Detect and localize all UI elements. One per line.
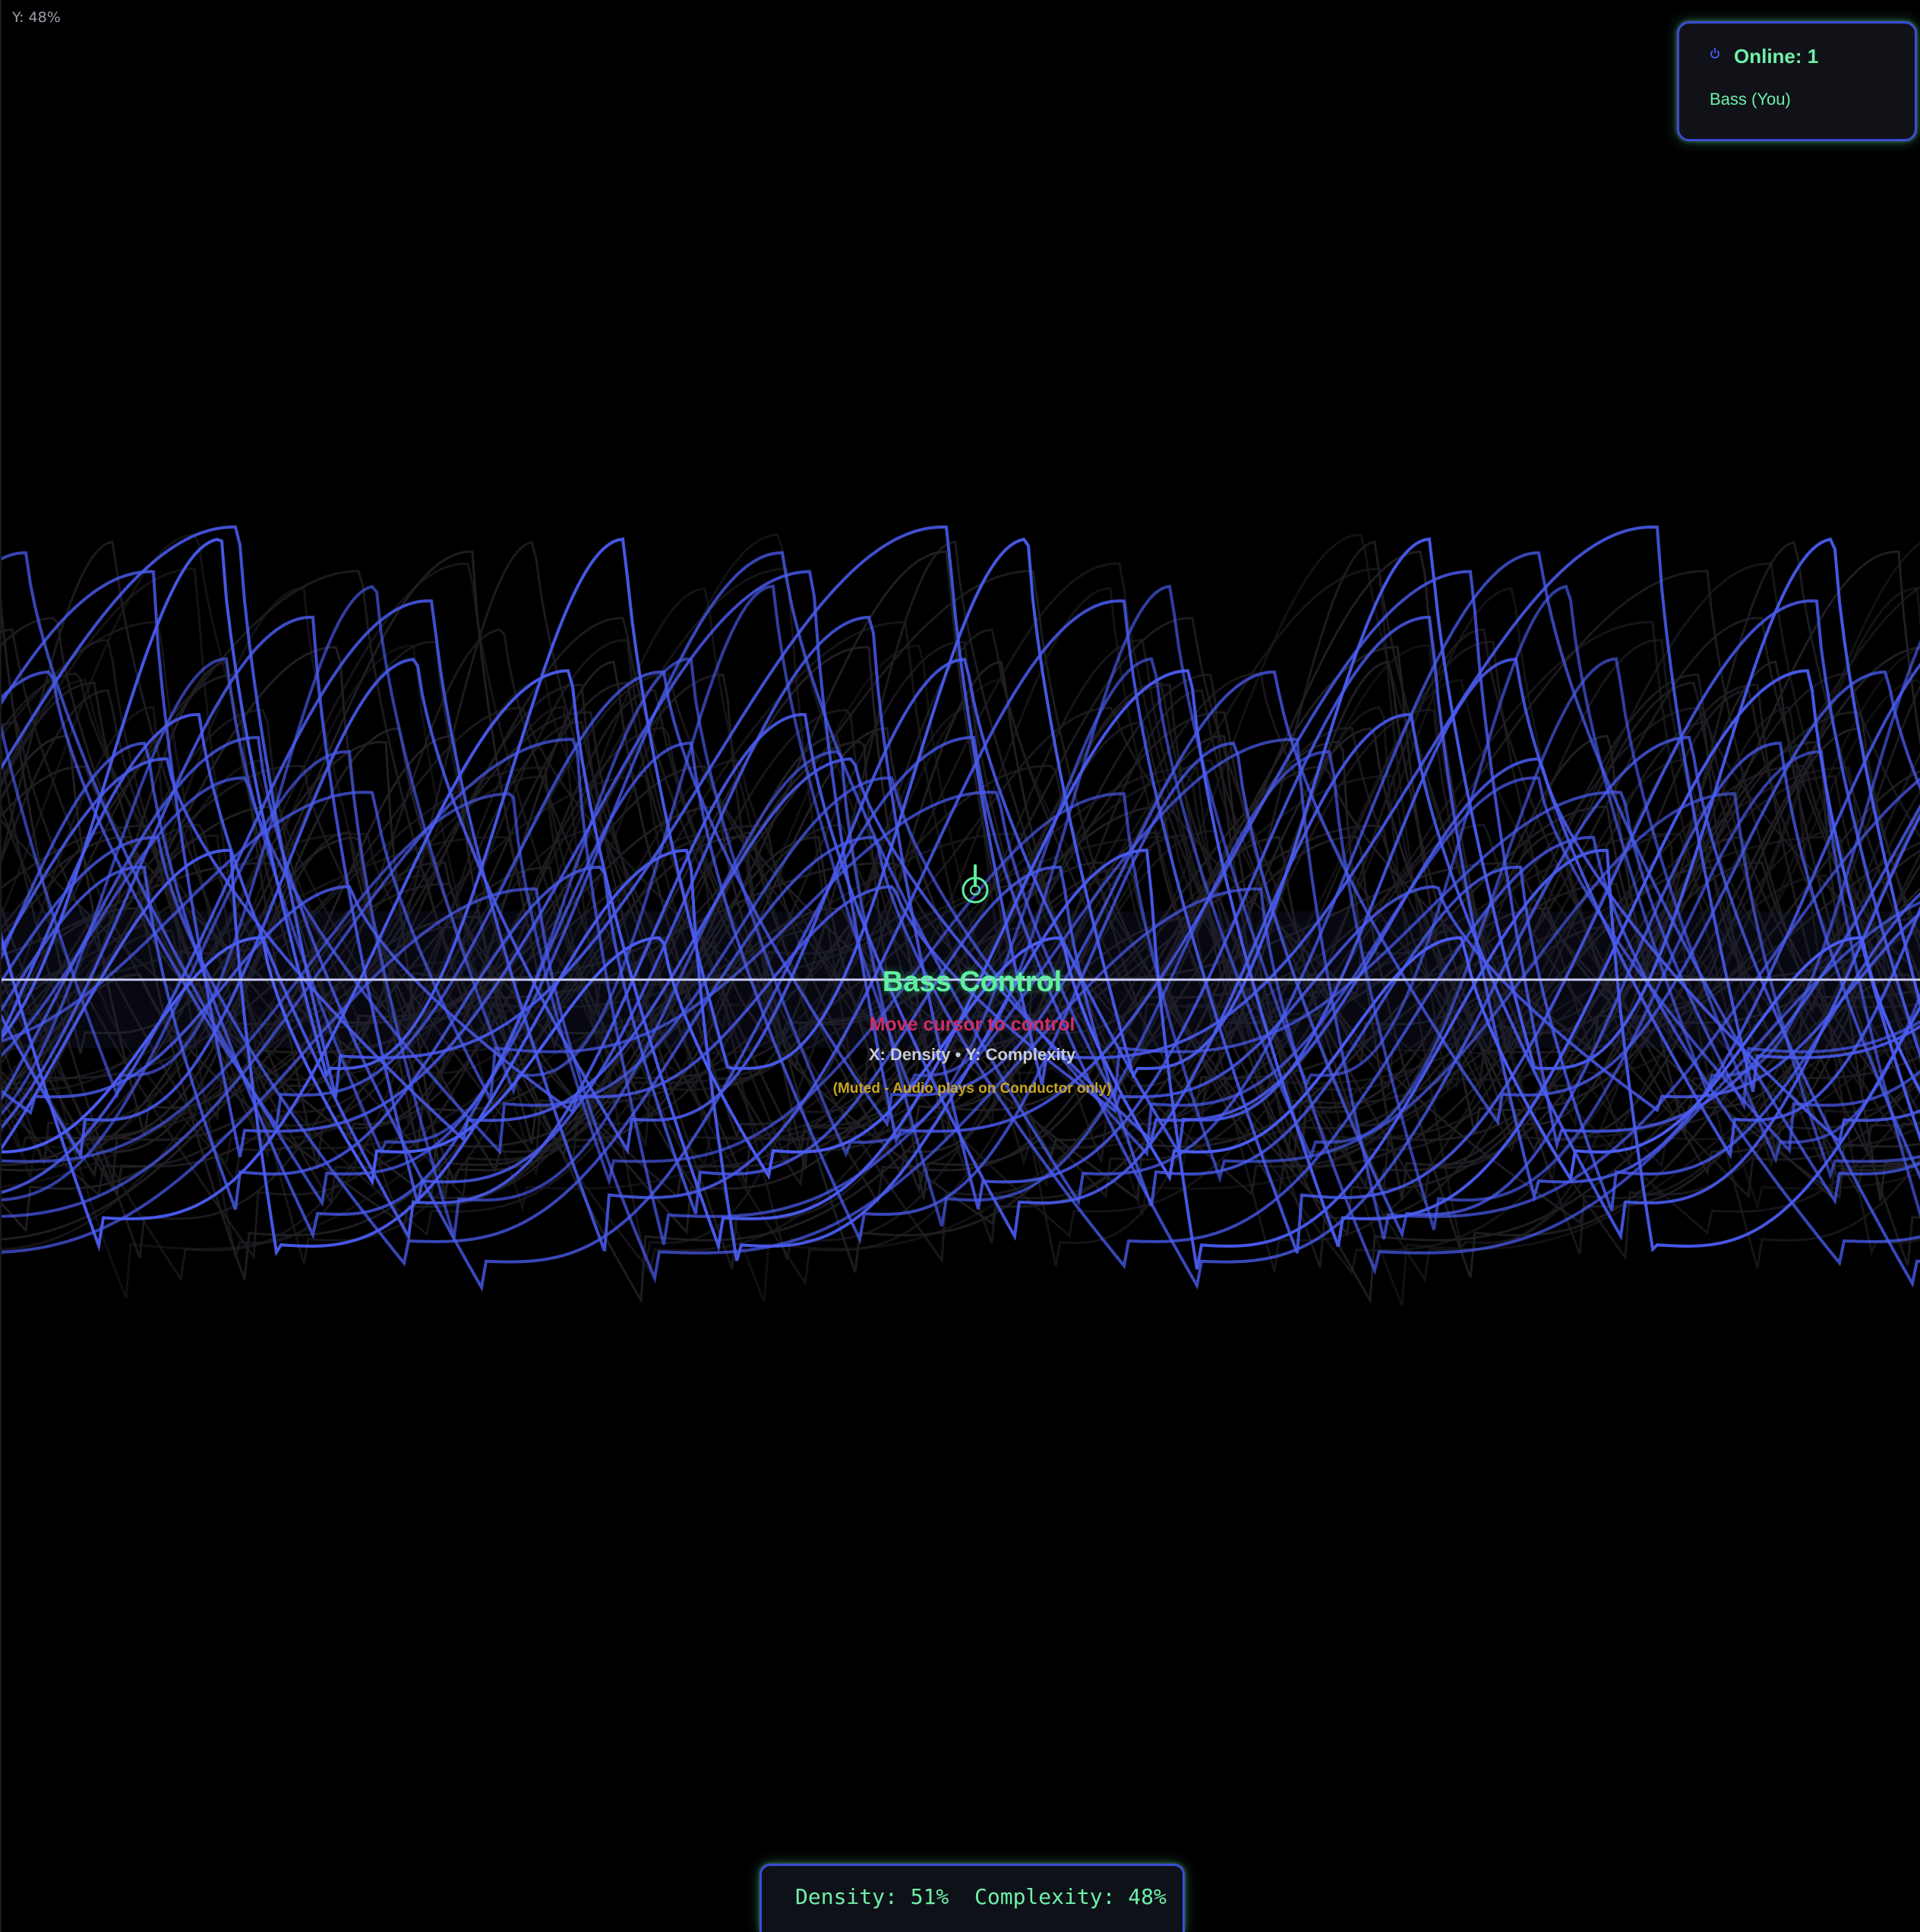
touch-cursor-icon [962, 864, 989, 904]
user-list-item: Bass (You) [1710, 90, 1791, 109]
parameter-readout: Density: 51% Complexity: 48% [759, 1864, 1185, 1932]
control-title: Bass Control [882, 966, 1063, 998]
axes-hint: X: Density • Y: Complexity [868, 1045, 1076, 1064]
control-instruction: Move cursor to control [869, 1014, 1075, 1035]
visualizer-stage[interactable]: Y: 48% Online: 1 Bass (You) Bass Control… [0, 0, 1920, 1932]
complexity-readout: Complexity: 48% [974, 1884, 1167, 1909]
y-position-readout: Y: 48% [12, 9, 61, 26]
power-icon [1710, 48, 1719, 58]
density-readout: Density: 51% [795, 1884, 949, 1909]
muted-note: (Muted - Audio plays on Conductor only) [832, 1081, 1112, 1097]
online-users-panel: Online: 1 Bass (You) [1677, 21, 1917, 141]
online-count: Online: 1 [1734, 45, 1819, 68]
